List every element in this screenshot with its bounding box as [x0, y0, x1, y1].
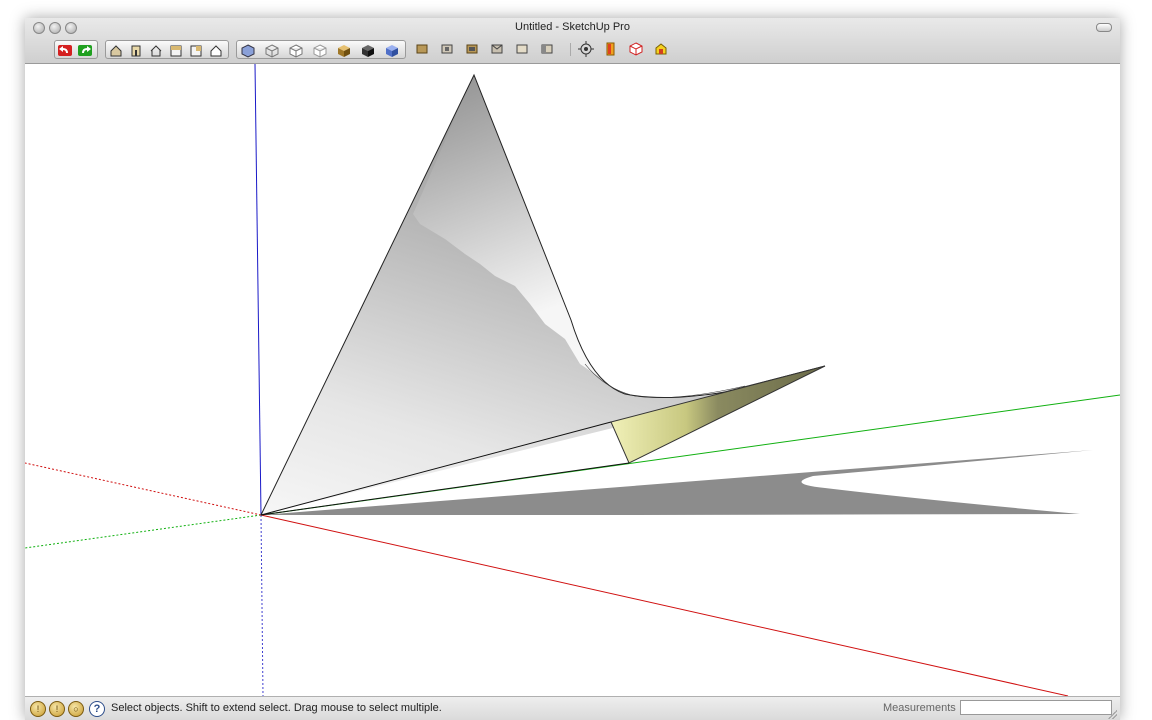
back-view-icon	[190, 45, 202, 57]
back-edges-style-button[interactable]	[383, 42, 401, 59]
sketchup-window: Untitled - SketchUp Pro ! ! ○ ? Select o…	[25, 18, 1120, 720]
section-fill-icon	[466, 44, 478, 54]
front-view-button[interactable]	[127, 42, 145, 59]
xray-cube-icon	[241, 43, 255, 58]
shaded-cube-icon	[313, 43, 327, 58]
section-plane-button-3[interactable]	[463, 40, 481, 57]
orbit-button[interactable]	[577, 40, 595, 57]
xray-style-button[interactable]	[239, 42, 257, 59]
undo-icon	[58, 45, 72, 56]
model-viewport[interactable]	[25, 63, 1120, 697]
redo-icon	[78, 45, 92, 56]
shaded-textures-style-button[interactable]	[335, 42, 353, 59]
toolbar-toggle-button[interactable]	[1096, 23, 1112, 32]
shaded-style-button[interactable]	[311, 42, 329, 59]
status-message: Select objects. Shift to extend select. …	[111, 702, 442, 714]
toolbar	[25, 39, 1120, 61]
model-canvas[interactable]	[25, 63, 1120, 697]
section-plane-button-5[interactable]	[513, 40, 531, 57]
monochrome-style-button[interactable]	[359, 42, 377, 59]
iso-house-icon	[110, 45, 122, 57]
undo-redo-group	[54, 40, 98, 59]
resize-grip[interactable]	[1108, 710, 1117, 719]
back-view-button[interactable]	[187, 42, 205, 59]
geo-location-icon[interactable]: !	[30, 701, 46, 717]
left-view-button[interactable]	[207, 42, 225, 59]
component-cube-icon	[629, 41, 643, 56]
toolbar-separator	[570, 43, 571, 56]
right-view-icon	[170, 45, 182, 57]
warehouse-button[interactable]	[652, 40, 670, 57]
redo-button[interactable]	[76, 42, 94, 59]
wireframe-style-button[interactable]	[263, 42, 281, 59]
measurements-label: Measurements	[883, 702, 956, 714]
components-button[interactable]	[627, 40, 645, 57]
red-axis-negative	[25, 462, 262, 516]
views-group	[105, 40, 229, 59]
title-bar: Untitled - SketchUp Pro	[25, 18, 1120, 64]
house-icon	[150, 45, 162, 57]
paint-bucket-icon	[606, 42, 615, 55]
section-display-icon	[491, 44, 503, 54]
warehouse-icon	[655, 42, 667, 54]
section-plane-button-6[interactable]	[538, 40, 556, 57]
top-view-button[interactable]	[147, 42, 165, 59]
hidden-line-style-button[interactable]	[287, 42, 305, 59]
section-cut-icon	[441, 44, 453, 54]
hidden-line-cube-icon	[289, 43, 303, 58]
section-plane-button-2[interactable]	[438, 40, 456, 57]
yellow-face[interactable]	[610, 365, 826, 464]
face-styles-group	[236, 40, 406, 59]
blue-axis-line	[254, 63, 262, 516]
monochrome-cube-icon	[362, 44, 374, 57]
section-toggle-icon	[516, 44, 528, 54]
section-plane-button-1[interactable]	[413, 40, 431, 57]
user-icon[interactable]: ○	[68, 701, 84, 717]
section-cuts-icon	[541, 44, 553, 54]
wireframe-cube-icon	[265, 43, 279, 58]
paint-bucket-button[interactable]	[602, 40, 620, 57]
undo-button[interactable]	[56, 42, 74, 59]
iso-view-button[interactable]	[107, 42, 125, 59]
help-icon[interactable]: ?	[89, 701, 105, 717]
measurements-input[interactable]	[960, 700, 1112, 715]
credits-icon[interactable]: !	[49, 701, 65, 717]
green-axis-negative	[25, 514, 262, 549]
front-view-icon	[131, 45, 141, 57]
orbit-icon	[578, 40, 594, 57]
section-plane-icon	[416, 44, 428, 54]
status-bar: ! ! ○ ? Select objects. Shift to extend …	[25, 696, 1120, 720]
blue-cube-icon	[386, 44, 398, 57]
textured-cube-icon	[338, 44, 350, 57]
left-house-icon	[210, 45, 222, 57]
blue-axis-negative	[260, 514, 264, 697]
section-plane-button-4[interactable]	[488, 40, 506, 57]
window-title: Untitled - SketchUp Pro	[515, 21, 630, 33]
right-view-button[interactable]	[167, 42, 185, 59]
red-axis-line	[260, 514, 1069, 697]
